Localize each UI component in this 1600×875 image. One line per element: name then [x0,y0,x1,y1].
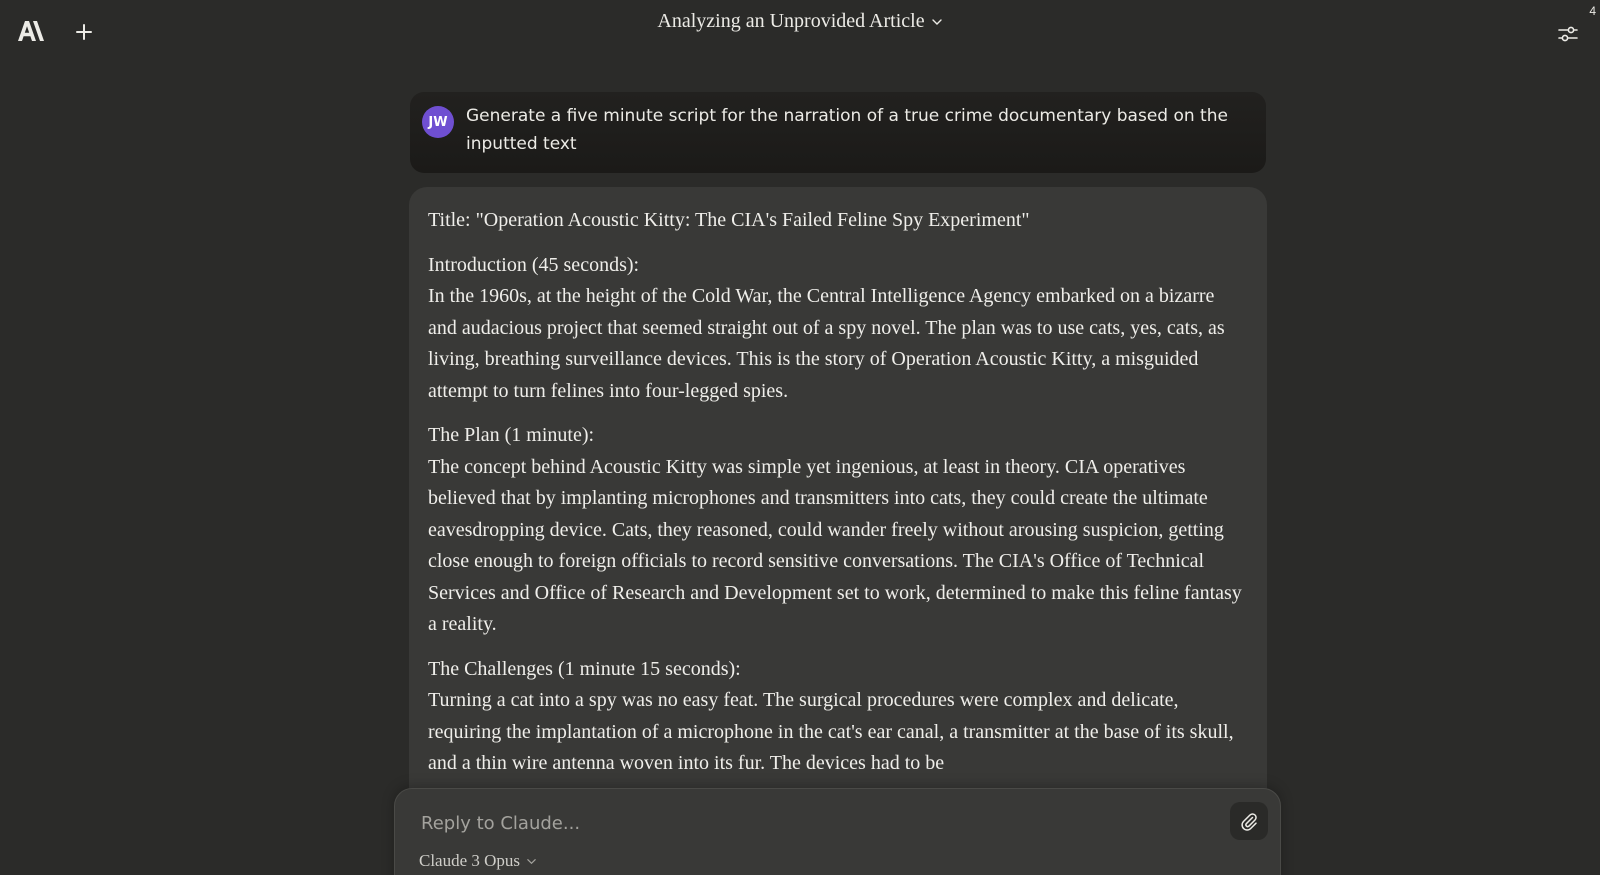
assistant-paragraph: Introduction (45 seconds): In the 1960s,… [428,250,1247,408]
conversation-title-bar: Analyzing an Unprovided Article [0,10,1600,33]
assistant-paragraph: Title: "Operation Acoustic Kitty: The CI… [428,205,1247,237]
chat-settings-button[interactable] [1556,18,1586,46]
chevron-down-icon [931,18,942,25]
assistant-paragraph: The Challenges (1 minute 15 seconds): Tu… [428,654,1247,780]
assistant-message: Title: "Operation Acoustic Kitty: The CI… [409,187,1267,875]
user-message-text: Generate a five minute script for the na… [466,106,1228,154]
chevron-down-icon [527,858,536,864]
conversation-title: Analyzing an Unprovided Article [657,10,925,32]
reply-composer: Claude 3 Opus [394,788,1281,875]
paragraph-heading: Introduction (45 seconds): [428,253,640,276]
avatar: JW [422,106,454,138]
model-selector[interactable]: Claude 3 Opus [419,851,537,871]
attach-file-button[interactable] [1230,802,1268,840]
model-label: Claude 3 Opus [419,851,521,870]
paragraph-body: Turning a cat into a spy was no easy fea… [428,689,1234,774]
paragraph-heading: The Challenges (1 minute 15 seconds): [428,657,741,680]
chat-app: Analyzing an Unprovided Article 4 JW Gen… [0,0,1600,875]
notification-count-badge: 4 [1589,4,1596,18]
paragraph-heading: Title: "Operation Acoustic Kitty: The CI… [428,209,1030,231]
assistant-paragraph: The Plan (1 minute): The concept behind … [428,420,1247,641]
sliders-icon [1558,26,1578,42]
paragraph-body: The concept behind Acoustic Kitty was si… [428,455,1242,636]
paragraph-heading: The Plan (1 minute): [428,424,595,446]
paperclip-icon [1241,813,1257,831]
reply-input[interactable] [419,807,1183,839]
user-message: JW Generate a five minute script for the… [410,92,1266,173]
paragraph-body: In the 1960s, at the height of the Cold … [428,285,1225,402]
conversation-title-button[interactable]: Analyzing an Unprovided Article [657,10,942,33]
